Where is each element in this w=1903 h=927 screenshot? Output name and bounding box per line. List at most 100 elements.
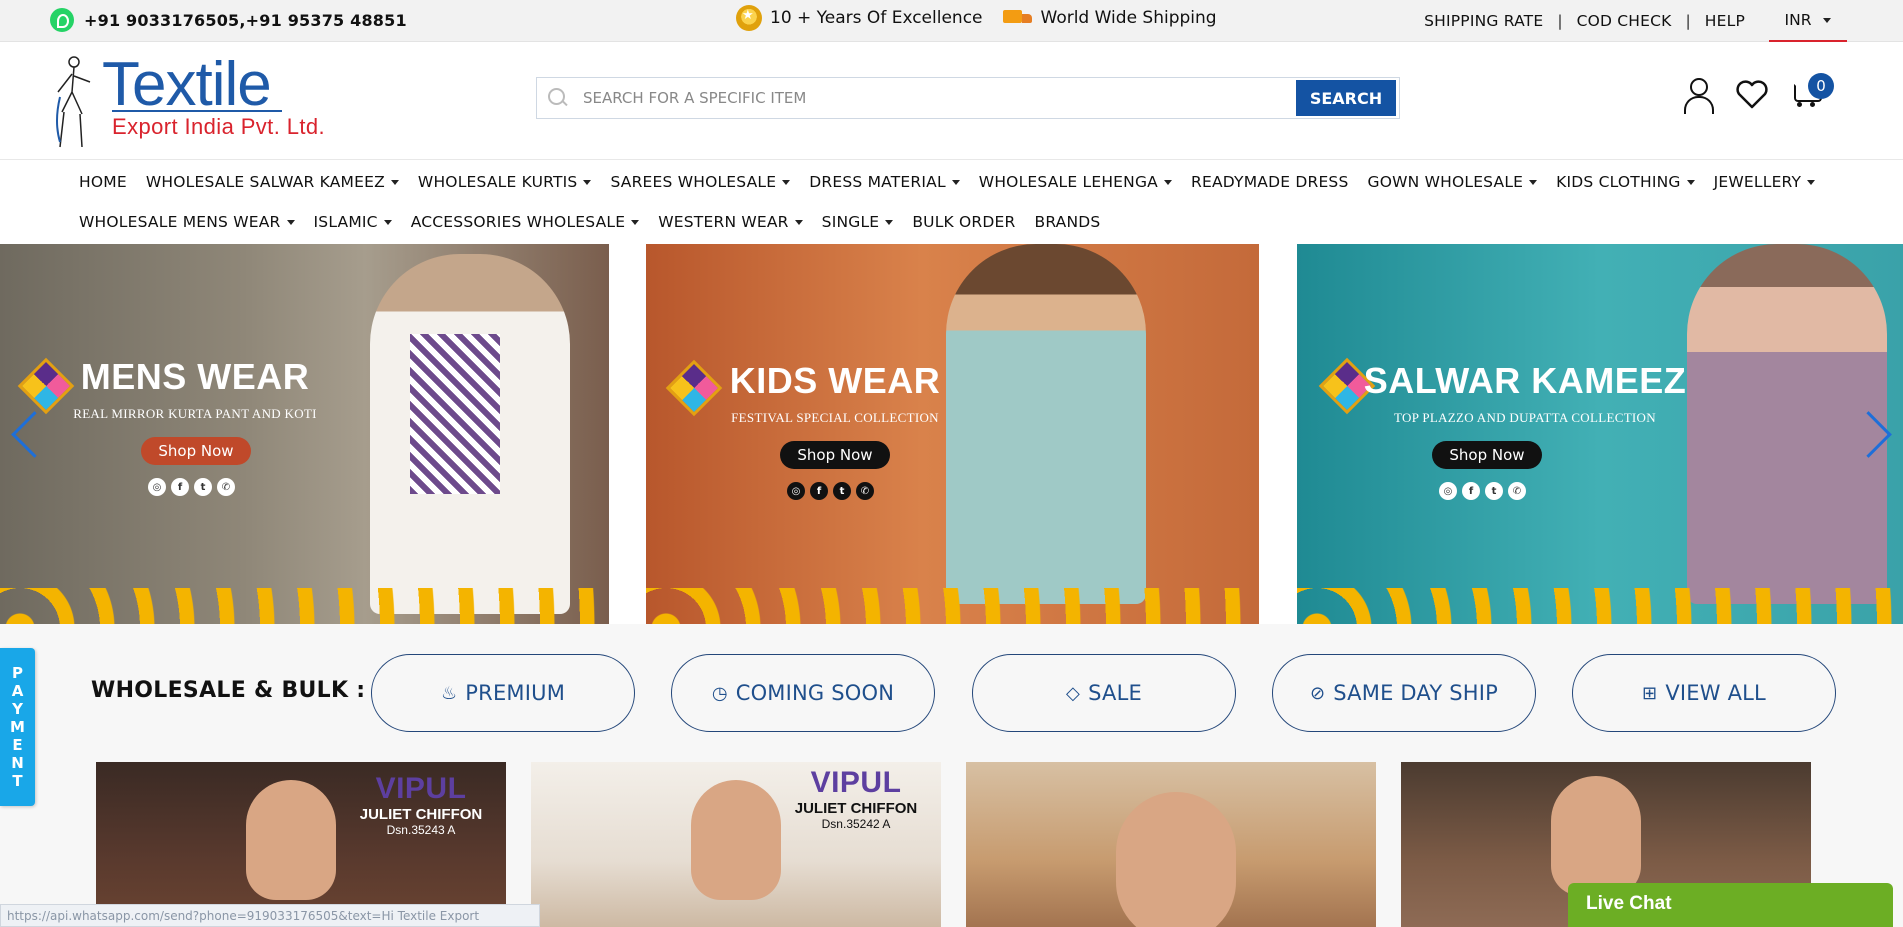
- instagram-icon[interactable]: ◎: [787, 482, 805, 500]
- banner-salwar-kameez[interactable]: SALWAR KAMEEZ TOP PLAZZO AND DUPATTA COL…: [1297, 244, 1903, 624]
- logo-tagline: Export India Pvt. Ltd.: [112, 114, 326, 139]
- nav-item-label: GOWN WHOLESALE: [1367, 173, 1524, 191]
- search-input[interactable]: [583, 89, 1296, 107]
- filter-same-day-ship-button[interactable]: ⊘ SAME DAY SHIP: [1272, 654, 1536, 732]
- payment-side-tab[interactable]: PAYMENT: [0, 648, 35, 806]
- cod-check-link[interactable]: COD CHECK: [1577, 12, 1672, 30]
- search-bar: SEARCH: [536, 77, 1400, 119]
- user-icon[interactable]: [1680, 76, 1716, 114]
- tag-icon: ◇: [1066, 682, 1081, 704]
- heart-icon[interactable]: [1734, 76, 1770, 112]
- divider: |: [1557, 12, 1563, 30]
- brand-logo: VIPUL: [810, 766, 902, 799]
- nav-item-wholesale-lehenga[interactable]: WHOLESALE LEHENGA: [979, 173, 1172, 191]
- nav-row-2: WHOLESALE MENS WEAR ISLAMIC ACCESSORIES WH…: [79, 213, 1119, 231]
- twitter-icon[interactable]: t: [194, 478, 212, 496]
- truck-icon: [1002, 8, 1033, 28]
- medal-icon: [736, 5, 762, 31]
- whatsapp-icon[interactable]: ✆: [1508, 482, 1526, 500]
- carousel-prev-icon[interactable]: [6, 408, 36, 460]
- shop-now-button[interactable]: Shop Now: [780, 441, 890, 469]
- nav-item-bulk-order[interactable]: BULK ORDER: [912, 213, 1015, 231]
- payment-tab-letter: A: [11, 682, 24, 700]
- brand-logo: VIPUL: [375, 772, 467, 805]
- payment-tab-letter: E: [12, 736, 23, 754]
- shipping-rate-link[interactable]: SHIPPING RATE: [1424, 12, 1543, 30]
- product-name: JULIET CHIFFON: [359, 806, 483, 823]
- facebook-icon[interactable]: f: [810, 482, 828, 500]
- nav-row-1: HOME WHOLESALE SALWAR KAMEEZ WHOLESALE KUR…: [79, 173, 1834, 191]
- chevron-down-icon: [1686, 180, 1695, 185]
- chevron-down-icon: [885, 220, 894, 225]
- twitter-icon[interactable]: t: [1485, 482, 1503, 500]
- nav-item-islamic[interactable]: ISLAMIC: [314, 213, 392, 231]
- contact-phone[interactable]: +91 9033176505,+91 95375 48851: [50, 8, 407, 32]
- nav-item-wholesale-salwar-kameez[interactable]: WHOLESALE SALWAR KAMEEZ: [146, 173, 399, 191]
- currency-select[interactable]: INR: [1769, 0, 1847, 42]
- nav-item-accessories-wholesale[interactable]: ACCESSORIES WHOLESALE: [411, 213, 640, 231]
- nav-item-label: WESTERN WEAR: [658, 213, 789, 231]
- search-button[interactable]: SEARCH: [1296, 80, 1396, 116]
- nav-item-kids-clothing[interactable]: KIDS CLOTHING: [1556, 173, 1695, 191]
- help-link[interactable]: HELP: [1705, 12, 1745, 30]
- banner-mens-wear[interactable]: MENS WEAR REAL MIRROR KURTA PANT AND KOT…: [0, 244, 609, 624]
- live-chat-button[interactable]: Live Chat: [1568, 883, 1893, 927]
- currency-label: INR: [1784, 11, 1812, 29]
- nav-item-label: SAREES WHOLESALE: [610, 173, 777, 191]
- nav-item-gown-wholesale[interactable]: GOWN WHOLESALE: [1368, 173, 1538, 191]
- payment-tab-letter: N: [11, 754, 24, 772]
- chevron-down-icon: [583, 180, 592, 185]
- scallop-border: [0, 588, 609, 624]
- filter-coming-soon-button[interactable]: ◷ COMING SOON: [671, 654, 935, 732]
- filter-view-all-button[interactable]: ⊞ VIEW ALL: [1572, 654, 1836, 732]
- nav-item-jewellery[interactable]: JEWELLERY: [1714, 173, 1816, 191]
- banner-carousel: MENS WEAR REAL MIRROR KURTA PANT AND KOT…: [0, 244, 1903, 624]
- filter-sale-button[interactable]: ◇ SALE: [972, 654, 1236, 732]
- main-nav: HOME WHOLESALE SALWAR KAMEEZ WHOLESALE KUR…: [0, 160, 1903, 244]
- chevron-down-icon: [631, 220, 640, 225]
- social-icons: ◎ f t ✆: [148, 478, 235, 496]
- chevron-down-icon: [1823, 17, 1832, 23]
- shop-now-button[interactable]: Shop Now: [1432, 441, 1542, 469]
- nav-item-label: ACCESSORIES WHOLESALE: [410, 213, 626, 231]
- brand-tag: VIPUL JULIET CHIFFON Dsn.35243 A: [346, 772, 496, 837]
- nav-item-dress-material[interactable]: DRESS MATERIAL: [809, 173, 960, 191]
- model-image: [691, 780, 781, 900]
- chevron-down-icon: [782, 180, 791, 185]
- whatsapp-icon[interactable]: ✆: [856, 482, 874, 500]
- facebook-icon[interactable]: f: [171, 478, 189, 496]
- carousel-next-icon[interactable]: [1862, 408, 1892, 460]
- payment-tab-letter: T: [12, 772, 23, 790]
- wholesale-bulk-label: WHOLESALE & BULK :: [91, 678, 366, 703]
- model-image: [370, 254, 570, 614]
- nav-item-wholesale-kurtis[interactable]: WHOLESALE KURTIS: [418, 173, 592, 191]
- whatsapp-icon[interactable]: ✆: [217, 478, 235, 496]
- model-image: [1116, 792, 1236, 927]
- nav-item-brands[interactable]: BRANDS: [1035, 213, 1101, 231]
- model-image: [246, 780, 336, 900]
- social-icons: ◎ f t ✆: [787, 482, 874, 500]
- product-card[interactable]: [966, 762, 1376, 927]
- product-design-number: Dsn.35242 A: [821, 817, 891, 831]
- facebook-icon[interactable]: f: [1462, 482, 1480, 500]
- payment-tab-letter: M: [10, 718, 25, 736]
- shop-now-button[interactable]: Shop Now: [141, 437, 251, 465]
- nav-item-wholesale-mens-wear[interactable]: WHOLESALE MENS WEAR: [79, 213, 295, 231]
- nav-item-readymade-dress[interactable]: READYMADE DRESS: [1191, 173, 1349, 191]
- nav-item-home[interactable]: HOME: [79, 173, 127, 191]
- site-logo[interactable]: Textile Export India Pvt. Ltd.: [52, 52, 342, 152]
- instagram-icon[interactable]: ◎: [148, 478, 166, 496]
- nav-item-single[interactable]: SINGLE: [822, 213, 894, 231]
- nav-item-label: WHOLESALE LEHENGA: [978, 173, 1158, 191]
- chevron-down-icon: [1163, 180, 1172, 185]
- banner-kids-wear[interactable]: KIDS WEAR FESTIVAL SPECIAL COLLECTION Sh…: [646, 244, 1259, 624]
- product-card[interactable]: VIPUL JULIET CHIFFON Dsn.35242 A: [531, 762, 941, 927]
- filter-premium-button[interactable]: ♨ PREMIUM: [371, 654, 635, 732]
- nav-item-sarees-wholesale[interactable]: SAREES WHOLESALE: [610, 173, 791, 191]
- banner-subtitle: FESTIVAL SPECIAL COLLECTION: [731, 410, 939, 425]
- instagram-icon[interactable]: ◎: [1439, 482, 1457, 500]
- nav-item-western-wear[interactable]: WESTERN WEAR: [658, 213, 803, 231]
- product-card[interactable]: VIPUL JULIET CHIFFON Dsn.35243 A: [96, 762, 506, 927]
- model-image: [1551, 776, 1641, 896]
- twitter-icon[interactable]: t: [833, 482, 851, 500]
